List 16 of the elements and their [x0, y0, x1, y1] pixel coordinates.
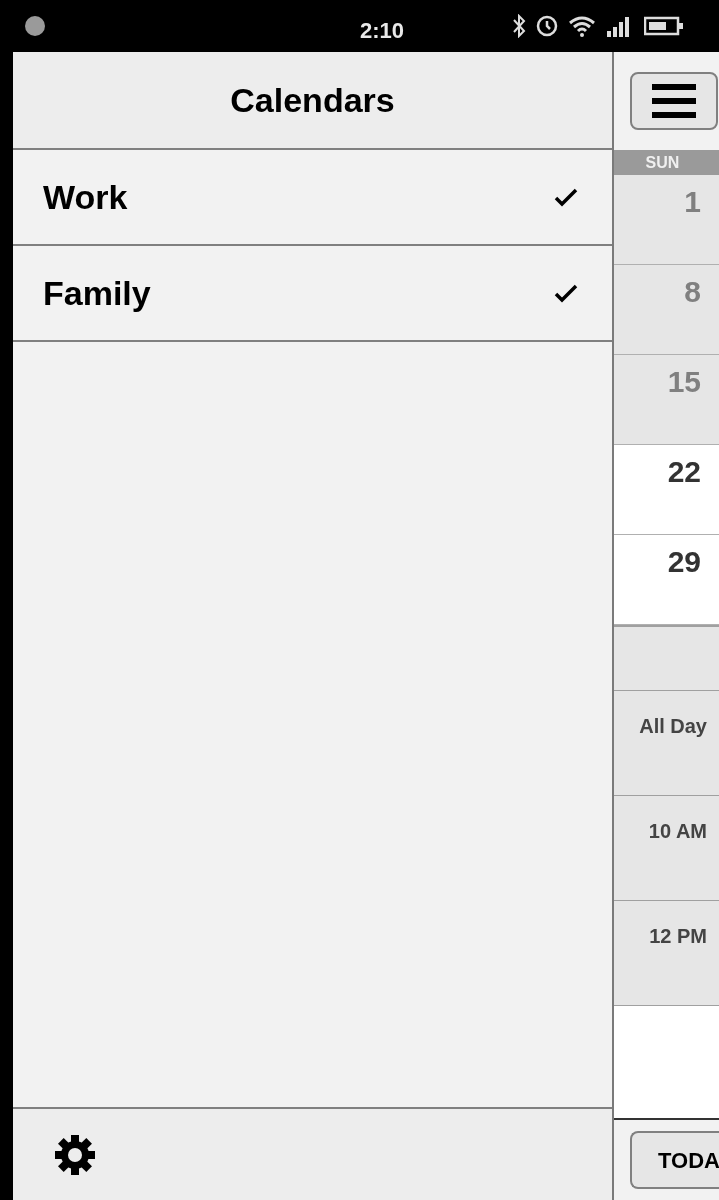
time-slot: 10 AM	[614, 796, 719, 901]
wifi-icon	[568, 15, 596, 37]
today-button[interactable]: TODA	[630, 1131, 719, 1189]
menu-icon	[652, 84, 696, 118]
day-header: SUN	[614, 150, 719, 175]
status-time: 2:10	[360, 17, 405, 45]
menu-button[interactable]	[630, 72, 718, 130]
time-slot: All Day	[614, 691, 719, 796]
clock-icon	[536, 15, 558, 37]
battery-icon	[644, 15, 684, 37]
day-cell[interactable]: 22	[614, 445, 719, 535]
sidebar-title: Calendars	[230, 79, 395, 121]
bluetooth-icon	[512, 14, 526, 38]
day-cell[interactable]: 29	[614, 535, 719, 625]
settings-icon[interactable]	[53, 1132, 97, 1177]
time-slot: 12 PM	[614, 901, 719, 1006]
